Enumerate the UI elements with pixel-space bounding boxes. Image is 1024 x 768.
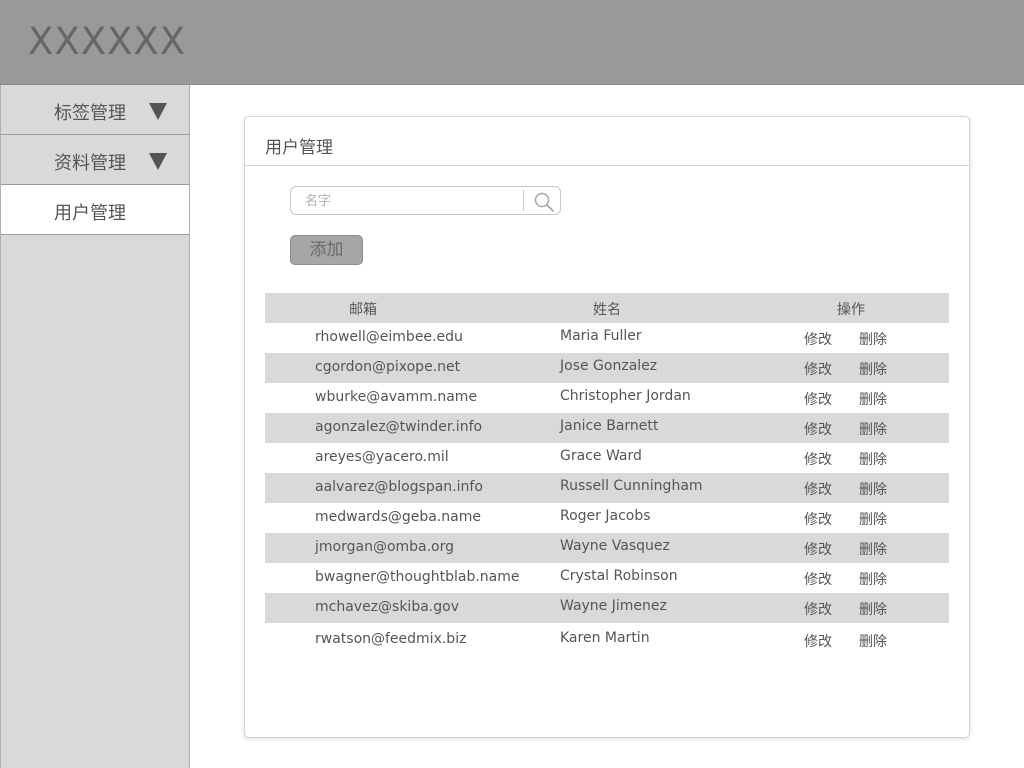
email-cell: medwards@geba.name	[315, 509, 481, 525]
sidebar-item-label: 资料管理	[54, 153, 126, 174]
table-header: 邮箱 姓名 操作	[265, 293, 949, 323]
sidebar-item-tag-management[interactable]: 标签管理	[1, 85, 189, 135]
delete-link[interactable]: 删除	[859, 509, 887, 529]
sidebar-item-data-management[interactable]: 资料管理	[1, 135, 189, 185]
search-box	[290, 186, 561, 215]
email-cell: jmorgan@omba.org	[315, 539, 455, 555]
top-header: XXXXXX	[0, 0, 1024, 85]
table-row: medwards@geba.name Roger Jacobs 修改 删除	[265, 503, 949, 533]
edit-link[interactable]: 修改	[804, 479, 832, 499]
delete-link[interactable]: 删除	[859, 389, 887, 409]
edit-link[interactable]: 修改	[804, 631, 832, 651]
edit-link[interactable]: 修改	[804, 329, 832, 349]
search-divider	[523, 190, 524, 211]
table-row: agonzalez@twinder.info Janice Barnett 修改 删除	[265, 413, 949, 443]
delete-link[interactable]: 删除	[859, 449, 887, 469]
delete-link[interactable]: 删除	[859, 631, 887, 651]
email-cell: bwagner@thoughtblab.name	[315, 569, 520, 585]
name-cell: Karen Martin	[560, 630, 650, 646]
name-cell: Jose Gonzalez	[560, 358, 658, 374]
name-cell: Grace Ward	[560, 448, 642, 464]
delete-link[interactable]: 删除	[859, 539, 887, 559]
column-header-actions: 操作	[837, 302, 865, 318]
edit-link[interactable]: 修改	[804, 389, 832, 409]
app-logo: XXXXXX	[28, 20, 187, 63]
email-cell: rhowell@eimbee.edu	[315, 329, 463, 345]
table-row: cgordon@pixope.net Jose Gonzalez 修改 删除	[265, 353, 949, 383]
sidebar-item-label: 用户管理	[54, 203, 126, 224]
name-cell: Russell Cunningham	[560, 478, 703, 494]
delete-link[interactable]: 删除	[859, 569, 887, 589]
caret-down-icon	[149, 153, 167, 170]
name-cell: Christopher Jordan	[560, 388, 691, 404]
table-row: mchavez@skiba.gov Wayne Jimenez 修改 删除	[265, 593, 949, 623]
name-cell: Crystal Robinson	[560, 568, 678, 584]
name-cell: Maria Fuller	[560, 328, 642, 344]
email-cell: aalvarez@blogspan.info	[315, 479, 483, 495]
table-row: rwatson@feedmix.biz Karen Martin 修改 删除	[265, 625, 949, 655]
delete-link[interactable]: 删除	[859, 599, 887, 619]
edit-link[interactable]: 修改	[804, 359, 832, 379]
edit-link[interactable]: 修改	[804, 539, 832, 559]
edit-link[interactable]: 修改	[804, 509, 832, 529]
name-search-input[interactable]	[305, 192, 515, 210]
panel-title: 用户管理	[265, 138, 333, 158]
edit-link[interactable]: 修改	[804, 569, 832, 589]
table-row: bwagner@thoughtblab.name Crystal Robinson…	[265, 563, 949, 593]
column-header-email: 邮箱	[349, 302, 377, 318]
caret-down-icon	[149, 103, 167, 120]
user-management-panel: 用户管理 添加 邮箱 姓名 操作 rhowell@eimbee.edu Maria…	[244, 116, 970, 738]
edit-link[interactable]: 修改	[804, 419, 832, 439]
delete-link[interactable]: 删除	[859, 419, 887, 439]
table-row: wburke@avamm.name Christopher Jordan 修改 删除	[265, 383, 949, 413]
sidebar: 标签管理 资料管理 用户管理	[0, 85, 190, 768]
name-cell: Roger Jacobs	[560, 508, 651, 524]
table-row: rhowell@eimbee.edu Maria Fuller 修改 删除	[265, 323, 949, 353]
table-body: rhowell@eimbee.edu Maria Fuller 修改 删除 cgordo…	[265, 323, 949, 655]
delete-link[interactable]: 删除	[859, 479, 887, 499]
delete-link[interactable]: 删除	[859, 359, 887, 379]
user-table: 邮箱 姓名 操作 rhowell@eimbee.edu Maria Fuller 修…	[265, 293, 949, 655]
email-cell: rwatson@feedmix.biz	[315, 631, 467, 647]
table-row: aalvarez@blogspan.info Russell Cunningham…	[265, 473, 949, 503]
sidebar-item-user-management[interactable]: 用户管理	[1, 185, 189, 235]
name-cell: Wayne Vasquez	[560, 538, 670, 554]
search-icon[interactable]	[533, 191, 555, 213]
email-cell: mchavez@skiba.gov	[315, 599, 459, 615]
email-cell: cgordon@pixope.net	[315, 359, 461, 375]
table-row: jmorgan@omba.org Wayne Vasquez 修改 删除	[265, 533, 949, 563]
table-row: areyes@yacero.mil Grace Ward 修改 删除	[265, 443, 949, 473]
email-cell: areyes@yacero.mil	[315, 449, 449, 465]
name-cell: Janice Barnett	[560, 418, 659, 434]
delete-link[interactable]: 删除	[859, 329, 887, 349]
edit-link[interactable]: 修改	[804, 599, 832, 619]
add-button[interactable]: 添加	[290, 235, 363, 265]
column-header-name: 姓名	[593, 302, 621, 318]
name-cell: Wayne Jimenez	[560, 598, 667, 614]
email-cell: agonzalez@twinder.info	[315, 419, 483, 435]
panel-divider	[245, 165, 969, 166]
sidebar-item-label: 标签管理	[54, 103, 126, 124]
edit-link[interactable]: 修改	[804, 449, 832, 469]
email-cell: wburke@avamm.name	[315, 389, 478, 405]
